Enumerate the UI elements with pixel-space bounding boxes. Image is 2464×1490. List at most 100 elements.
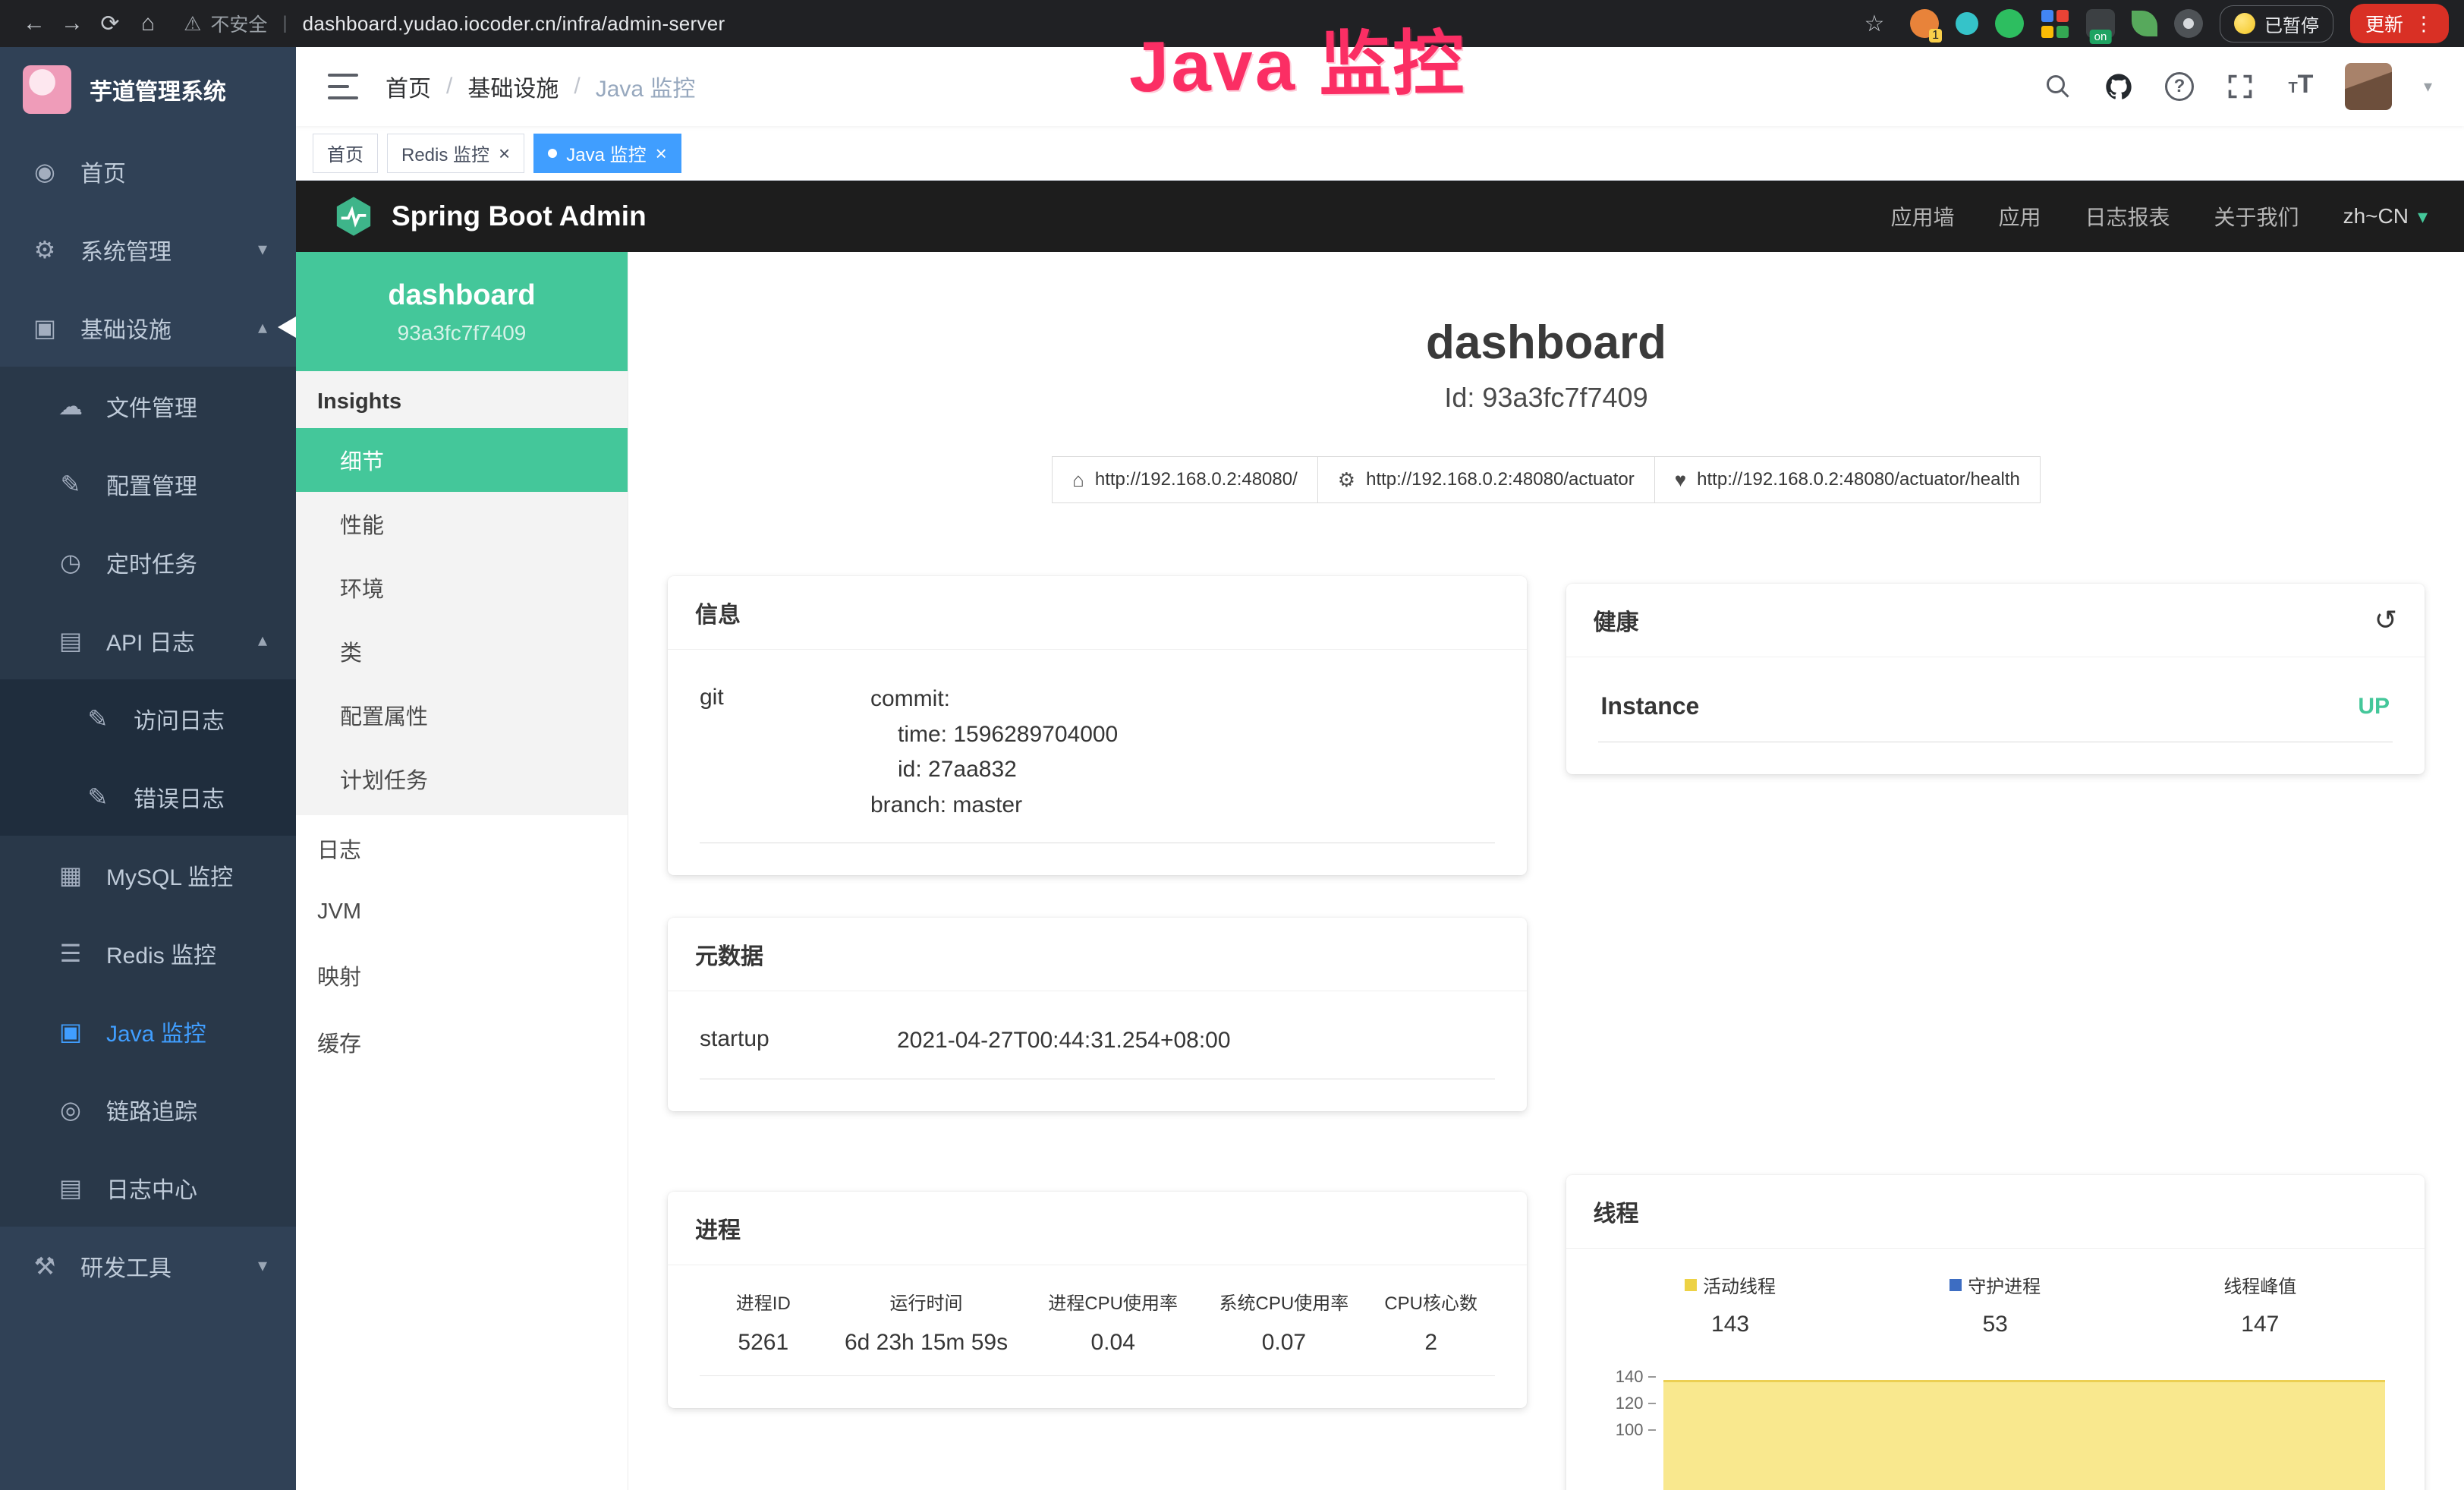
header-actions: ? TT ▾ [2041,63,2432,110]
cell-cpu-cores: 2 [1367,1330,1495,1356]
link-health-url[interactable]: ♥ http://192.168.0.2:48080/actuator/heal… [1654,456,2041,503]
history-icon[interactable]: ↺ [2374,604,2397,636]
smiley-icon [2234,13,2255,34]
sba-brand[interactable]: Spring Boot Admin [332,195,647,238]
app-logo-row: 芋道管理系统 [0,47,296,132]
github-icon[interactable] [2102,70,2135,103]
sidebar-item-log-center[interactable]: ▤ 日志中心 [0,1148,296,1227]
link-label: http://192.168.0.2:48080/ [1095,469,1298,490]
extension-drop-icon[interactable] [1956,12,1978,35]
extension-leaf-icon[interactable] [2132,11,2157,36]
tools-icon: ⚒ [29,1252,61,1281]
sba-item-scheduled-tasks[interactable]: 计划任务 [296,747,628,811]
sidebar-item-config[interactable]: ✎ 配置管理 [0,445,296,523]
browser-home-icon[interactable]: ⌂ [129,5,167,43]
sidebar-item-error-log[interactable]: ✎ 错误日志 [0,758,296,836]
breadcrumb-separator: / [574,74,580,99]
avatar[interactable] [2345,63,2392,110]
sba-nav-journal[interactable]: 日志报表 [2085,201,2170,232]
font-size-icon[interactable]: TT [2284,70,2318,103]
sidebar-item-redis[interactable]: ☰ Redis 监控 [0,914,296,992]
search-icon[interactable] [2041,70,2075,103]
sidebar-item-home[interactable]: ◉ 首页 [0,132,296,210]
extension-switch-icon[interactable]: on [2086,9,2115,38]
back-icon[interactable]: ← [15,5,53,43]
info-card: 信息 git commit: time: 1596289704000 id: 2 [668,576,1527,875]
security-label: 不安全 [210,10,267,37]
sidebar-item-api-log[interactable]: ▤ API 日志 ▴ [0,601,296,679]
sidebar-item-system[interactable]: ⚙ 系统管理 ▾ [0,210,296,288]
sidebar-item-infra[interactable]: ▣ 基础设施 ▴ [0,288,296,367]
sidebar-item-mysql[interactable]: ▦ MySQL 监控 [0,836,296,914]
warning-icon: ⚠ [184,12,201,36]
git-branch-line: branch: master [870,788,1118,824]
hamburger-icon[interactable] [328,74,358,99]
update-button[interactable]: 更新 ⋮ [2350,4,2449,43]
extension-green-icon[interactable] [1995,9,2024,38]
extension-dark-icon[interactable] [2174,9,2203,38]
address-bar[interactable]: ⚠ 不安全 | dashboard.yudao.iocoder.cn/infra… [184,10,725,37]
home-icon: ⌂ [1072,468,1084,492]
eye-icon: ◎ [55,1095,87,1124]
card-body: 进程ID 运行时间 进程CPU使用率 系统CPU使用率 CPU核心数 5261 … [668,1265,1527,1408]
sba-item-logs[interactable]: 日志 [296,815,628,882]
url-divider: | [282,13,287,34]
sba-instance-header[interactable]: dashboard 93a3fc7f7409 [296,252,628,371]
sba-item-metrics[interactable]: 性能 [296,492,628,556]
avatar-caret-icon[interactable]: ▾ [2424,77,2432,96]
paused-label: 已暂停 [2264,11,2319,37]
sba-nav-about[interactable]: 关于我们 [2214,201,2299,232]
link-service-url[interactable]: ⌂ http://192.168.0.2:48080/ [1052,456,1318,503]
link-label: http://192.168.0.2:48080/actuator/health [1697,469,2020,490]
sba-item-environment[interactable]: 环境 [296,556,628,619]
forward-icon[interactable]: → [53,5,91,43]
sidebar-item-dev-tools[interactable]: ⚒ 研发工具 ▾ [0,1227,296,1305]
sba-locale-select[interactable]: zh~CN ▾ [2343,204,2428,228]
tab-java-monitor[interactable]: Java 监控 × [533,134,681,173]
kebab-menu-icon[interactable]: ⋮ [2414,12,2434,36]
sba-item-mappings[interactable]: 映射 [296,942,628,1009]
paused-chip[interactable]: 已暂停 [2220,5,2333,43]
sidebar-item-access-log[interactable]: ✎ 访问日志 [0,679,296,758]
help-icon[interactable]: ? [2163,70,2196,103]
spring-boot-admin-frame: Spring Boot Admin 应用墙 应用 日志报表 关于我们 zh~CN… [296,181,2464,1490]
sidebar-item-files[interactable]: ☁ 文件管理 [0,367,296,445]
chevron-down-icon: ▾ [258,238,267,260]
link-label: http://192.168.0.2:48080/actuator [1366,469,1635,490]
card-header: 线程 [1566,1175,2425,1249]
breadcrumb-home[interactable]: 首页 [385,70,431,103]
reload-icon[interactable]: ⟳ [91,5,129,43]
extension-fox-icon[interactable]: 1 [1910,9,1939,38]
sba-item-classes[interactable]: 类 [296,619,628,683]
sba-item-caches[interactable]: 缓存 [296,1009,628,1076]
screen: ← → ⟳ ⌂ ⚠ 不安全 | dashboard.yudao.iocoder.… [0,0,2464,1490]
tab-redis-monitor[interactable]: Redis 监控 × [387,134,524,173]
sidebar-item-jobs[interactable]: ◷ 定时任务 [0,523,296,601]
extension-grid-icon[interactable] [2041,9,2069,38]
sidebar-item-label: Java 监控 [106,1015,206,1048]
link-actuator-url[interactable]: ⚙ http://192.168.0.2:48080/actuator [1317,456,1655,503]
close-icon[interactable]: × [499,143,510,163]
git-time-line: time: 1596289704000 [870,717,1118,753]
card-body: Instance UP [1566,657,2425,774]
tab-home[interactable]: 首页 [313,134,378,173]
bookmark-star-icon[interactable]: ☆ [1855,5,1893,43]
sidebar-item-java[interactable]: ▣ Java 监控 [0,992,296,1070]
sba-nav-links: 应用墙 应用 日志报表 关于我们 zh~CN ▾ [1891,201,2428,232]
sidebar-item-trace[interactable]: ◎ 链路追踪 [0,1070,296,1148]
metadata-row-label: startup [700,1023,897,1059]
on-badge: on [2090,30,2112,44]
breadcrumb-infra[interactable]: 基础设施 [467,70,559,103]
sba-item-config-props[interactable]: 配置属性 [296,683,628,747]
sba-navbar: Spring Boot Admin 应用墙 应用 日志报表 关于我们 zh~CN… [296,181,2464,252]
health-instance-row[interactable]: Instance UP [1598,680,2393,742]
tab-label: Redis 监控 [401,140,489,166]
sba-item-jvm[interactable]: JVM [296,882,628,942]
sba-item-details[interactable]: 细节 [296,428,628,492]
layers-icon: ☰ [55,939,87,968]
close-icon[interactable]: × [656,143,667,163]
sba-nav-applications[interactable]: 应用 [1999,201,2041,232]
card-header: 进程 [668,1192,1527,1265]
fullscreen-icon[interactable] [2223,70,2257,103]
sba-nav-wallboard[interactable]: 应用墙 [1891,201,1955,232]
